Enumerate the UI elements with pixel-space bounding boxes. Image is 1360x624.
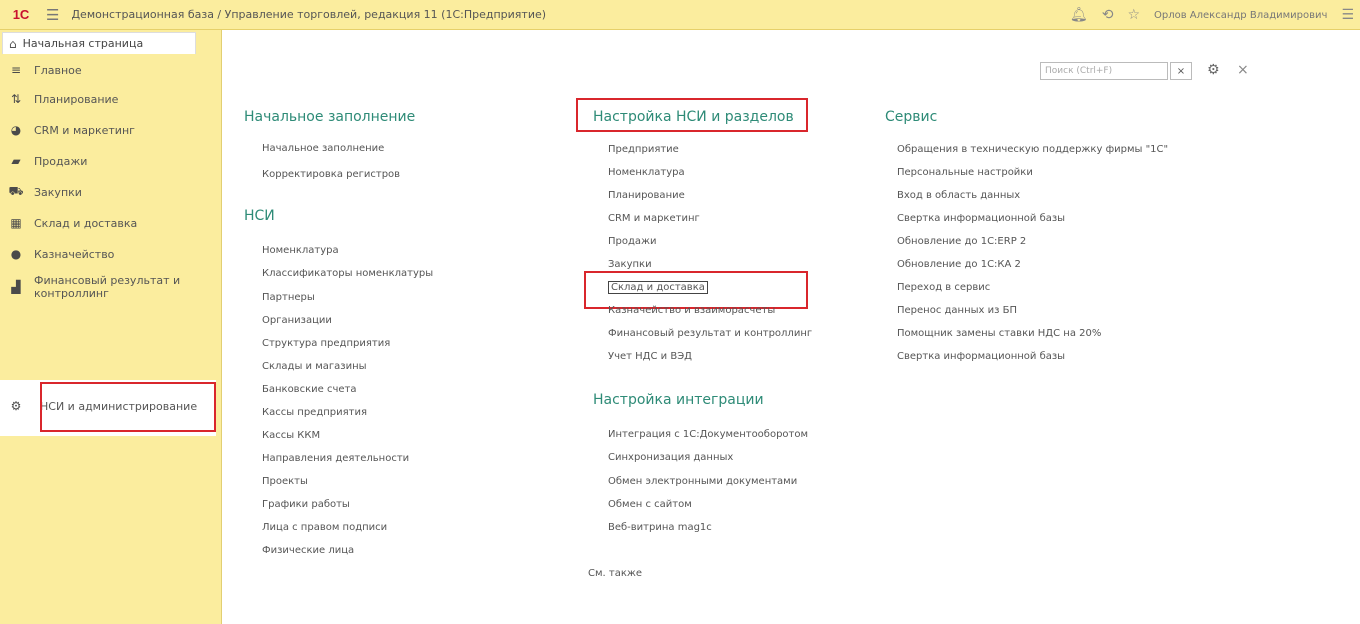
nav-link[interactable]: Банковские счета <box>262 384 356 395</box>
nav-link[interactable]: Обмен электронными документами <box>608 476 797 487</box>
nav-link[interactable]: Интеграция с 1С:Документооборотом <box>608 429 808 440</box>
title-bar-actions: 🔔︎ ⟲ ☆ Орлов Александр Владимирович ☰ <box>1070 0 1354 30</box>
nav-link[interactable]: Вход в область данных <box>897 190 1020 201</box>
sidebar-item-treasury[interactable]: ● Казначейство <box>0 244 222 264</box>
nav-link[interactable]: Кассы ККМ <box>262 430 320 441</box>
sidebar-item-finance[interactable]: ▟ Финансовый результат и контроллинг <box>0 271 222 303</box>
nav-link[interactable]: Обновление до 1С:ERP 2 <box>897 236 1026 247</box>
user-name[interactable]: Орлов Александр Владимирович <box>1154 10 1327 21</box>
nav-link[interactable]: Начальное заполнение <box>262 143 384 154</box>
nav-link[interactable]: Лица с правом подписи <box>262 522 387 533</box>
home-icon: ⌂ <box>9 36 17 51</box>
section-title: Начальное заполнение <box>244 109 416 125</box>
section-title: Настройка интеграции <box>593 392 764 408</box>
tab-home-label: Начальная страница <box>22 37 144 50</box>
nav-link[interactable]: Номенклатура <box>608 167 685 178</box>
nav-link[interactable]: Продажи <box>608 236 657 247</box>
sidebar-item-label: CRM и маркетинг <box>34 123 135 137</box>
nav-link[interactable]: Учет НДС и ВЭД <box>608 351 692 362</box>
nav-link[interactable]: Обращения в техническую поддержку фирмы … <box>897 144 1168 155</box>
coin-icon: ● <box>10 247 22 261</box>
nav-link[interactable]: Переход в сервис <box>897 282 990 293</box>
nav-link[interactable]: Проекты <box>262 476 308 487</box>
bag-icon: ▰ <box>11 154 21 168</box>
nav-link[interactable]: Планирование <box>608 190 685 201</box>
close-icon[interactable]: × <box>1237 62 1249 78</box>
sidebar-item-label: Планирование <box>34 92 119 106</box>
nav-link[interactable]: Синхронизация данных <box>608 452 733 463</box>
history-icon[interactable]: ⟲ <box>1102 7 1114 23</box>
bell-icon[interactable]: 🔔︎ <box>1070 7 1088 23</box>
sidebar-item-label: Закупки <box>34 185 82 199</box>
nav-link[interactable]: Свертка информационной базы <box>897 213 1065 224</box>
nav-link[interactable]: Партнеры <box>262 292 315 303</box>
nav-link[interactable]: Веб-витрина mag1c <box>608 522 712 533</box>
highlight-box-warehouse <box>584 271 808 309</box>
sidebar-item-planning[interactable]: ⇅ Планирование <box>0 89 222 109</box>
nav-link[interactable]: Классификаторы номенклатуры <box>262 268 433 279</box>
nav-link[interactable]: Финансовый результат и контроллинг <box>608 328 812 339</box>
sidebar-item-label: Склад и доставка <box>34 216 138 230</box>
sidebar-item-label: Главное <box>34 63 82 77</box>
nav-link[interactable]: Свертка информационной базы <box>897 351 1065 362</box>
settings-icon[interactable]: ⚙ <box>1207 62 1220 78</box>
crm-icon: ◕ <box>10 123 22 137</box>
nav-link[interactable]: Помощник замены ставки НДС на 20% <box>897 328 1101 339</box>
main-content: Поиск (Ctrl+F) × ⚙ × Начальное заполнени… <box>222 30 1360 624</box>
sidebar-item-purchases[interactable]: ⛟ Закупки <box>0 182 222 202</box>
nav-link[interactable]: Кассы предприятия <box>262 407 367 418</box>
nav-link[interactable]: Персональные настройки <box>897 167 1033 178</box>
sidebar-item-warehouse[interactable]: ▦ Склад и доставка <box>0 213 222 233</box>
nav-link[interactable]: Графики работы <box>262 499 350 510</box>
nav-link[interactable]: Обновление до 1С:КА 2 <box>897 259 1021 270</box>
tab-home[interactable]: ⌂ Начальная страница <box>2 32 196 54</box>
gear-icon: ⚙ <box>10 399 22 413</box>
nav-link[interactable]: Склады и магазины <box>262 361 367 372</box>
sidebar-item-sales[interactable]: ▰ Продажи <box>0 151 222 171</box>
sidebar-item-label: Финансовый результат и контроллинг <box>34 274 181 300</box>
see-also-link[interactable]: См. также <box>588 568 642 579</box>
nav-link[interactable]: CRM и маркетинг <box>608 213 700 224</box>
chart-icon: ▟ <box>11 280 21 294</box>
planning-icon: ⇅ <box>10 92 22 106</box>
app-logo: 1С <box>12 7 30 22</box>
search-input[interactable]: Поиск (Ctrl+F) <box>1040 62 1168 80</box>
window-title: Демонстрационная база / Управление торго… <box>71 8 547 21</box>
nav-link[interactable]: Обмен с сайтом <box>608 499 692 510</box>
nav-link[interactable]: Казначейство и взаиморасчеты <box>608 305 775 316</box>
menu-icon[interactable]: ☰ <box>46 6 59 24</box>
highlight-box-admin <box>40 382 216 432</box>
star-icon[interactable]: ☆ <box>1127 7 1140 23</box>
nav-link[interactable]: Организации <box>262 315 332 326</box>
nav-link[interactable]: Предприятие <box>608 144 679 155</box>
nav-link[interactable]: Номенклатура <box>262 245 339 256</box>
section-title: НСИ <box>244 208 275 224</box>
sidebar-item-main[interactable]: ≡ Главное <box>0 60 222 80</box>
sidebar-item-label: Продажи <box>34 154 88 168</box>
nav-link[interactable]: Направления деятельности <box>262 453 409 464</box>
title-bar: 1С ☰ Демонстрационная база / Управление … <box>0 0 1360 30</box>
section-title: Сервис <box>885 109 938 125</box>
warehouse-icon: ▦ <box>10 216 22 230</box>
nav-link[interactable]: Закупки <box>608 259 652 270</box>
sidebar-item-crm[interactable]: ◕ CRM и маркетинг <box>0 120 222 140</box>
nav-link[interactable]: Корректировка регистров <box>262 169 400 180</box>
highlight-box-settings <box>576 98 808 132</box>
menu-icon[interactable]: ☰ <box>1341 7 1354 23</box>
search-clear-button[interactable]: × <box>1170 62 1192 80</box>
sections-panel: ⌂ Начальная страница ≡ Главное ⇅ Планиро… <box>0 30 222 624</box>
list-icon: ≡ <box>10 63 22 77</box>
nav-link[interactable]: Структура предприятия <box>262 338 390 349</box>
cart-icon: ⛟ <box>8 184 24 198</box>
sidebar-item-label: Казначейство <box>34 247 115 261</box>
nav-link[interactable]: Физические лица <box>262 545 354 556</box>
nav-link[interactable]: Перенос данных из БП <box>897 305 1017 316</box>
